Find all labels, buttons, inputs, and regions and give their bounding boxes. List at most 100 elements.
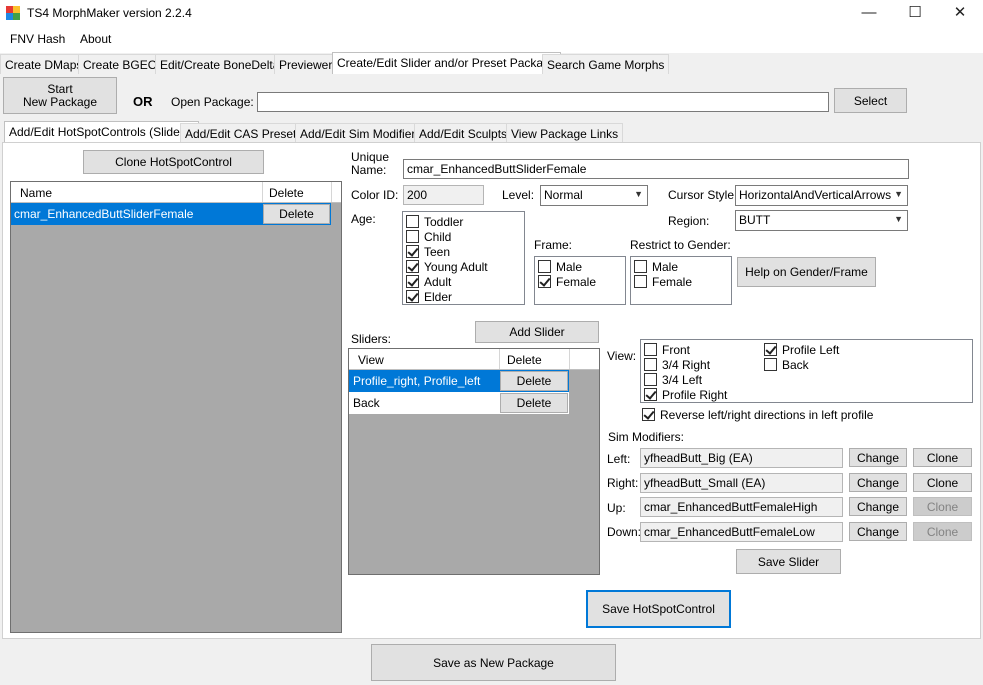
modifier-down-clone-button[interactable]: Clone xyxy=(913,522,972,541)
select-package-button[interactable]: Select xyxy=(834,88,907,113)
column-view[interactable]: View xyxy=(358,353,384,367)
age-elder-checkbox[interactable]: Elder xyxy=(406,289,524,304)
gender-female-checkbox[interactable]: Female xyxy=(634,274,731,289)
subtab-sculpts[interactable]: Add/Edit Sculpts xyxy=(414,123,513,143)
table-row[interactable]: Profile_right, Profile_left Delete xyxy=(349,370,569,392)
view-back-checkbox[interactable]: Back xyxy=(764,357,839,372)
modifier-right-clone-button[interactable]: Clone xyxy=(913,473,972,492)
reverse-directions-checkbox[interactable]: Reverse left/right directions in left pr… xyxy=(642,407,873,422)
checkmark-icon xyxy=(406,245,419,258)
color-id-input[interactable]: 200 xyxy=(403,185,484,205)
checkbox-icon xyxy=(644,343,657,356)
age-adult-label: Adult xyxy=(424,274,452,289)
modifier-down-change-button[interactable]: Change xyxy=(849,522,907,541)
view-front-checkbox[interactable]: Front xyxy=(644,342,727,357)
tab-slider-package[interactable]: Create/Edit Slider and/or Preset Package xyxy=(332,52,562,74)
view-right-column: Profile Left Back xyxy=(764,342,839,372)
slider-row-view: Back xyxy=(353,396,380,410)
view-profile-left-checkbox[interactable]: Profile Left xyxy=(764,342,839,357)
checkmark-icon xyxy=(538,275,551,288)
column-delete[interactable]: Delete xyxy=(507,353,542,367)
slider-row-delete-button[interactable]: Delete xyxy=(500,371,568,391)
subtab-cas-presets[interactable]: Add/Edit CAS Presets xyxy=(180,123,308,143)
save-slider-button[interactable]: Save Slider xyxy=(736,549,841,574)
modifier-up-clone-button[interactable]: Clone xyxy=(913,497,972,516)
menu-fnv-hash[interactable]: FNV Hash xyxy=(10,32,65,46)
frame-female-checkbox[interactable]: Female xyxy=(538,274,625,289)
start-new-package-button[interactable]: Start New Package xyxy=(3,77,117,114)
age-young-adult-checkbox[interactable]: Young Adult xyxy=(406,259,524,274)
view-profile-right-checkbox[interactable]: Profile Right xyxy=(644,387,727,402)
tab-search-morphs[interactable]: Search Game Morphs xyxy=(542,54,670,74)
view-three-quarter-right-checkbox[interactable]: 3/4 Right xyxy=(644,357,727,372)
age-elder-label: Elder xyxy=(424,289,453,304)
frame-male-label: Male xyxy=(556,259,583,274)
column-delete[interactable]: Delete xyxy=(269,186,304,200)
hotspot-grid-header: Name Delete xyxy=(11,182,341,203)
menu-about[interactable]: About xyxy=(80,32,111,46)
region-label: Region: xyxy=(668,214,710,228)
region-select[interactable]: BUTT ▼ xyxy=(735,210,908,231)
checkbox-icon xyxy=(634,260,647,273)
table-row[interactable]: Back Delete xyxy=(349,392,569,414)
level-select[interactable]: Normal ▼ xyxy=(540,185,648,206)
window-title: TS4 MorphMaker version 2.2.4 xyxy=(27,6,192,20)
minimize-button[interactable]: — xyxy=(846,0,892,27)
tab-create-dmaps[interactable]: Create DMaps xyxy=(0,54,88,74)
modifier-left-clone-button[interactable]: Clone xyxy=(913,448,972,467)
frame-label: Frame: xyxy=(534,238,573,252)
tab-create-bgeo[interactable]: Create BGEO xyxy=(78,54,163,74)
age-adult-checkbox[interactable]: Adult xyxy=(406,274,524,289)
modifier-right-change-button[interactable]: Change xyxy=(849,473,907,492)
age-child-checkbox[interactable]: Child xyxy=(406,229,524,244)
age-toddler-checkbox[interactable]: Toddler xyxy=(406,214,524,229)
checkmark-icon xyxy=(406,275,419,288)
modifier-left-input[interactable]: yfheadButt_Big (EA) xyxy=(640,448,843,468)
checkmark-icon xyxy=(642,408,655,421)
sliders-grid-header: View Delete xyxy=(349,349,599,370)
age-label: Age: xyxy=(351,212,376,226)
tab-previewer[interactable]: Previewer xyxy=(274,54,338,74)
save-new-package-button[interactable]: Save as New Package xyxy=(371,644,616,681)
maximize-button[interactable]: ☐ xyxy=(892,0,938,27)
hotspot-row-delete-button[interactable]: Delete xyxy=(263,204,330,224)
view-front-label: Front xyxy=(662,342,691,357)
chevron-down-icon: ▼ xyxy=(894,214,903,224)
modifier-up-input[interactable]: cmar_EnhancedButtFemaleHigh xyxy=(640,497,843,517)
modifier-up-change-button[interactable]: Change xyxy=(849,497,907,516)
subtab-hotspot-controls[interactable]: Add/Edit HotSpotControls (Sliders) xyxy=(4,121,199,143)
modifier-left-change-button[interactable]: Change xyxy=(849,448,907,467)
menu-bar xyxy=(0,27,983,53)
view-three-quarter-left-checkbox[interactable]: 3/4 Left xyxy=(644,372,727,387)
reverse-directions-label: Reverse left/right directions in left pr… xyxy=(660,407,874,422)
checkbox-icon xyxy=(406,215,419,228)
gender-female-label: Female xyxy=(652,274,693,289)
open-package-input[interactable] xyxy=(257,92,829,112)
gender-male-checkbox[interactable]: Male xyxy=(634,259,731,274)
cursor-style-select[interactable]: HorizontalAndVerticalArrows ▼ xyxy=(735,185,908,206)
close-button[interactable]: ✕ xyxy=(937,0,983,27)
view-back-label: Back xyxy=(782,357,809,372)
cursor-style-label: Cursor Style: xyxy=(668,188,738,202)
help-gender-frame-button[interactable]: Help on Gender/Frame xyxy=(737,257,876,287)
region-value: BUTT xyxy=(739,213,771,227)
age-teen-checkbox[interactable]: Teen xyxy=(406,244,524,259)
sim-modifiers-label: Sim Modifiers: xyxy=(608,430,685,444)
modifier-down-input[interactable]: cmar_EnhancedButtFemaleLow xyxy=(640,522,843,542)
unique-name-input[interactable]: cmar_EnhancedButtSliderFemale xyxy=(403,159,909,179)
clone-hotspot-button[interactable]: Clone HotSpotControl xyxy=(83,150,264,174)
subtab-package-links[interactable]: View Package Links xyxy=(506,123,624,143)
add-slider-button[interactable]: Add Slider xyxy=(475,321,599,343)
column-name[interactable]: Name xyxy=(20,186,52,200)
gender-list: Male Female xyxy=(630,256,732,305)
tab-edit-bonedelta[interactable]: Edit/Create BoneDelta xyxy=(155,54,285,74)
age-toddler-label: Toddler xyxy=(424,214,464,229)
table-row[interactable]: cmar_EnhancedButtSliderFemale Delete xyxy=(11,203,331,225)
subtab-sim-modifiers[interactable]: Add/Edit Sim Modifiers xyxy=(295,123,427,143)
slider-row-delete-button[interactable]: Delete xyxy=(500,393,568,413)
frame-male-checkbox[interactable]: Male xyxy=(538,259,625,274)
modifier-right-input[interactable]: yfheadButt_Small (EA) xyxy=(640,473,843,493)
save-hotspot-button[interactable]: Save HotSpotControl xyxy=(586,590,731,628)
cursor-style-value: HorizontalAndVerticalArrows xyxy=(739,188,892,202)
checkmark-icon xyxy=(764,343,777,356)
